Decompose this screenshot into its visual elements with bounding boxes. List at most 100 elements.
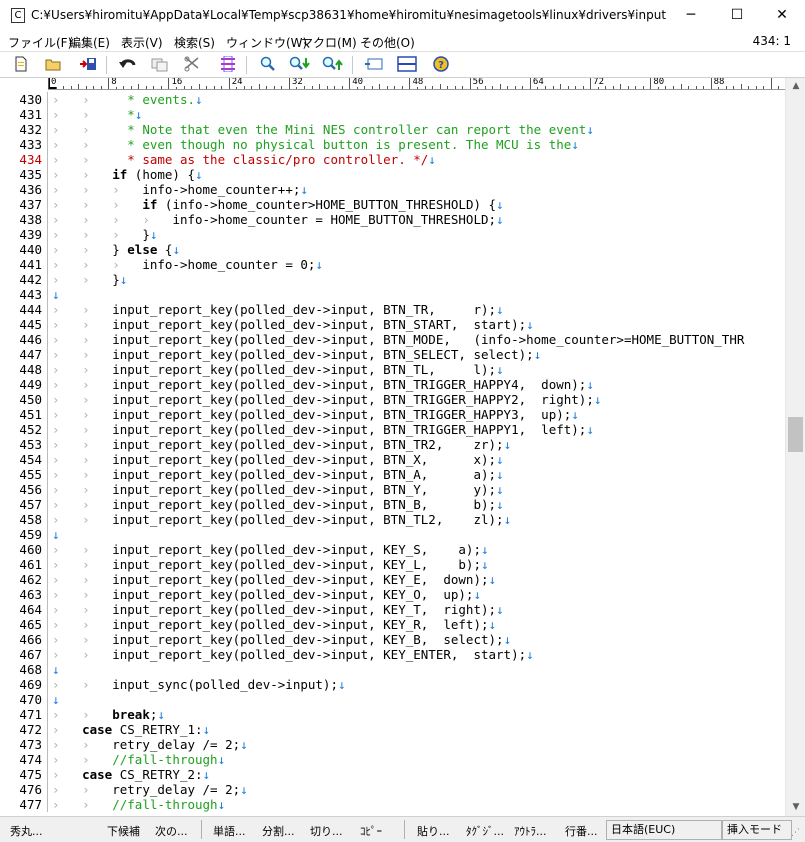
- split-window-icon[interactable]: [397, 56, 417, 74]
- status-hidemaru[interactable]: 秀丸...: [10, 823, 43, 839]
- line-number-separator: [47, 542, 48, 557]
- status-encoding[interactable]: 日本語(EUC): [606, 820, 722, 840]
- code-line[interactable]: 477 › › //fall-through↓: [0, 797, 785, 812]
- code-line[interactable]: 453 › › input_report_key(polled_dev->inpu…: [0, 437, 785, 452]
- undo-icon[interactable]: [118, 56, 138, 74]
- minimize-button[interactable]: ─: [668, 0, 714, 31]
- status-word[interactable]: 単語...: [213, 823, 246, 839]
- status-input-mode[interactable]: 挿入モード: [722, 820, 792, 840]
- find-next-icon[interactable]: [289, 56, 310, 74]
- code-line[interactable]: 460 › › input_report_key(polled_dev->inpu…: [0, 542, 785, 557]
- code-line[interactable]: 444 › › input_report_key(polled_dev->inpu…: [0, 302, 785, 317]
- close-button[interactable]: ✕: [759, 0, 805, 31]
- code-line[interactable]: 454 › › input_report_key(polled_dev->inpu…: [0, 452, 785, 467]
- code-line[interactable]: 465 › › input_report_key(polled_dev->inpu…: [0, 617, 785, 632]
- menu-edit[interactable]: 編集(E): [69, 34, 110, 51]
- code-line[interactable]: 452 › › input_report_key(polled_dev->inpu…: [0, 422, 785, 437]
- code-line[interactable]: 467 › › input_report_key(polled_dev->inpu…: [0, 647, 785, 662]
- code-line[interactable]: 468 ↓: [0, 662, 785, 677]
- code-line[interactable]: 443 ↓: [0, 287, 785, 302]
- scroll-down-icon[interactable]: ▼: [786, 799, 805, 816]
- line-number: 466: [19, 632, 42, 647]
- menu-other[interactable]: その他(O): [360, 34, 415, 51]
- code-line[interactable]: 463 › › input_report_key(polled_dev->inpu…: [0, 587, 785, 602]
- ruler-tick: [763, 86, 765, 89]
- scroll-up-icon[interactable]: ▲: [786, 78, 805, 95]
- status-next[interactable]: 次の...: [155, 823, 188, 839]
- new-file-icon[interactable]: [11, 56, 31, 74]
- code-line[interactable]: 431 › › *↓: [0, 107, 785, 122]
- status-tag-jump[interactable]: ﾀｸﾞｼﾞ...: [466, 823, 504, 839]
- code-line[interactable]: 449 › › input_report_key(polled_dev->inpu…: [0, 377, 785, 392]
- code-line[interactable]: 474 › › //fall-through↓: [0, 752, 785, 767]
- code-line[interactable]: 438 › › › › info->home_counter = HOME_BUT…: [0, 212, 785, 227]
- grep-icon[interactable]: [364, 56, 384, 74]
- code-line[interactable]: 476 › › retry_delay /= 2;↓: [0, 782, 785, 797]
- line-number-separator: [47, 692, 48, 707]
- copy-icon[interactable]: [150, 56, 170, 74]
- code-line[interactable]: 447 › › input_report_key(polled_dev->inpu…: [0, 347, 785, 362]
- code-line[interactable]: 475 › case CS_RETRY_2:↓: [0, 767, 785, 782]
- line-number: 473: [19, 737, 42, 752]
- tab-mark-icon: ›: [82, 512, 113, 527]
- status-line-number[interactable]: 行番...: [565, 823, 598, 839]
- code-line[interactable]: 446 › › input_report_key(polled_dev->inpu…: [0, 332, 785, 347]
- code-line[interactable]: 436 › › › info->home_counter++;↓: [0, 182, 785, 197]
- cut-icon[interactable]: [183, 56, 203, 74]
- status-copy[interactable]: ｺﾋﾟｰ: [360, 823, 382, 839]
- tab-mark-icon: ›: [82, 797, 113, 812]
- code-line[interactable]: 434 › › * same as the classic/pro control…: [0, 152, 785, 167]
- code-line[interactable]: 432 › › * Note that even the Mini NES con…: [0, 122, 785, 137]
- code-line[interactable]: 462 › › input_report_key(polled_dev->inpu…: [0, 572, 785, 587]
- code-line[interactable]: 433 › › * even though no physical button …: [0, 137, 785, 152]
- code-line[interactable]: 445 › › input_report_key(polled_dev->inpu…: [0, 317, 785, 332]
- code-line[interactable]: 455 › › input_report_key(polled_dev->inpu…: [0, 467, 785, 482]
- menu-search[interactable]: 検索(S): [174, 34, 215, 51]
- code-line[interactable]: 473 › › retry_delay /= 2;↓: [0, 737, 785, 752]
- newline-mark-icon: ↓: [593, 392, 602, 407]
- code-line[interactable]: 458 › › input_report_key(polled_dev->inpu…: [0, 512, 785, 527]
- save-icon[interactable]: [78, 56, 98, 74]
- menu-macro[interactable]: マクロ(M): [301, 34, 357, 51]
- menu-file[interactable]: ファイル(F): [8, 34, 72, 51]
- code-line[interactable]: 470 ↓: [0, 692, 785, 707]
- help-icon[interactable]: ?: [431, 56, 451, 74]
- code-line[interactable]: 466 › › input_report_key(polled_dev->inpu…: [0, 632, 785, 647]
- paste-icon[interactable]: [218, 55, 238, 74]
- code-line[interactable]: 456 › › input_report_key(polled_dev->inpu…: [0, 482, 785, 497]
- maximize-button[interactable]: ☐: [714, 0, 760, 31]
- code-line[interactable]: 461 › › input_report_key(polled_dev->inpu…: [0, 557, 785, 572]
- find-icon[interactable]: [258, 56, 278, 74]
- code-line[interactable]: 464 › › input_report_key(polled_dev->inpu…: [0, 602, 785, 617]
- status-outline[interactable]: ｱｳﾄﾗ...: [514, 823, 547, 839]
- code-line[interactable]: 450 › › input_report_key(polled_dev->inpu…: [0, 392, 785, 407]
- status-split[interactable]: 分割...: [262, 823, 295, 839]
- code-line[interactable]: 435 › › if (home) {↓: [0, 167, 785, 182]
- code-line[interactable]: 471 › › break;↓: [0, 707, 785, 722]
- code-line[interactable]: 457 › › input_report_key(polled_dev->inpu…: [0, 497, 785, 512]
- status-paste[interactable]: 貼り...: [417, 823, 450, 839]
- menu-view[interactable]: 表示(V): [121, 34, 163, 51]
- status-next-candidate[interactable]: 下候補: [107, 823, 140, 839]
- text-editor[interactable]: 430 › › * events.↓ 431 › › *↓ 432 › › * Note …: [0, 90, 785, 816]
- code-line[interactable]: 448 › › input_report_key(polled_dev->inpu…: [0, 362, 785, 377]
- code-line[interactable]: 451 › › input_report_key(polled_dev->inpu…: [0, 407, 785, 422]
- resize-grip-icon[interactable]: ⋰: [791, 828, 803, 840]
- line-text: input_report_key(polled_dev->input, BTN_…: [112, 437, 504, 452]
- code-line[interactable]: 439 › › › }↓: [0, 227, 785, 242]
- code-line[interactable]: 469 › › input_sync(polled_dev->input);↓: [0, 677, 785, 692]
- code-line[interactable]: 459 ↓: [0, 527, 785, 542]
- status-cut[interactable]: 切り...: [310, 823, 343, 839]
- code-line[interactable]: 437 › › › if (info->home_counter>HOME_BUT…: [0, 197, 785, 212]
- vertical-scrollbar[interactable]: ▲ ▼: [785, 78, 805, 816]
- scroll-thumb[interactable]: [788, 417, 803, 452]
- code-line[interactable]: 430 › › * events.↓: [0, 92, 785, 107]
- code-line[interactable]: 441 › › › info->home_counter = 0;↓: [0, 257, 785, 272]
- tab-mark-icon: ›: [82, 587, 113, 602]
- code-line[interactable]: 442 › › }↓: [0, 272, 785, 287]
- code-line[interactable]: 440 › › } else {↓: [0, 242, 785, 257]
- code-line[interactable]: 472 › case CS_RETRY_1:↓: [0, 722, 785, 737]
- find-prev-icon[interactable]: [322, 56, 343, 74]
- open-folder-icon[interactable]: [43, 56, 63, 74]
- menu-window[interactable]: ウィンドウ(W): [226, 34, 307, 51]
